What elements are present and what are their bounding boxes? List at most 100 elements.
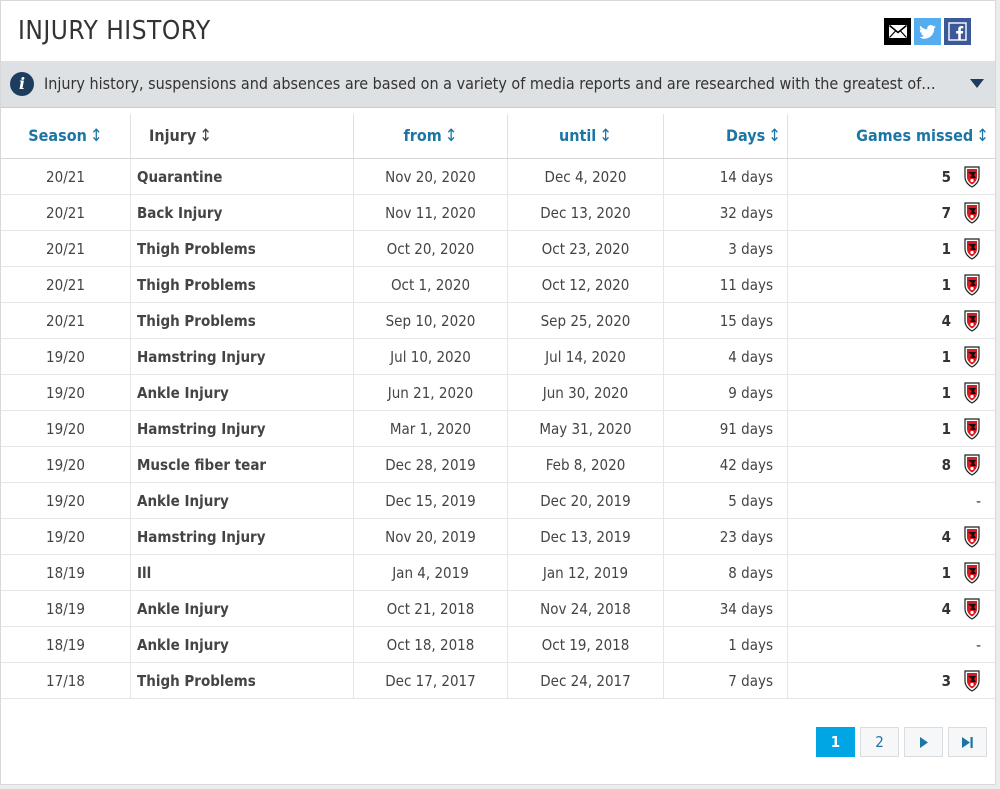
club-crest-icon[interactable] [963, 453, 981, 476]
club-crest-icon[interactable] [963, 417, 981, 440]
games-missed-cell: 1 [787, 230, 995, 267]
games-missed-count: 4 [941, 527, 951, 546]
last-page-button[interactable] [948, 727, 987, 757]
injury-cell: Thigh Problems [130, 266, 354, 303]
info-banner[interactable]: i Injury history, suspensions and absenc… [1, 62, 995, 108]
club-crest-icon[interactable] [963, 597, 981, 620]
club-crest-icon[interactable] [963, 201, 981, 224]
days-cell: 15 days [663, 302, 788, 339]
next-page-button[interactable] [904, 727, 943, 757]
club-crest-icon[interactable] [963, 309, 981, 332]
season-cell: 19/20 [1, 374, 131, 411]
from-date-cell: Oct 21, 2018 [353, 590, 508, 627]
injury-cell: Hamstring Injury [130, 410, 354, 447]
games-missed-cell: 3 [787, 662, 995, 699]
table-row: 19/20 Hamstring Injury Nov 20, 2019 Dec 13,… [1, 518, 995, 555]
table-row: 20/21 Thigh Problems Sep 10, 2020 Sep 25, 2… [1, 302, 995, 339]
injury-cell: Thigh Problems [130, 230, 354, 267]
from-date-cell: Dec 17, 2017 [353, 662, 508, 699]
days-cell: 4 days [663, 338, 788, 375]
injury-cell: Hamstring Injury [130, 518, 354, 555]
page-title: INJURY HISTORY [18, 16, 211, 46]
games-missed-count: - [976, 635, 981, 654]
injury-history-panel: INJURY HISTORY i Injury history, suspens… [0, 0, 996, 785]
games-missed-cell: 4 [787, 302, 995, 339]
days-cell: 3 days [663, 230, 788, 267]
until-date-cell: Jun 30, 2020 [507, 374, 664, 411]
injury-cell: Thigh Problems [130, 302, 354, 339]
injury-cell: Ankle Injury [130, 374, 354, 411]
season-cell: 20/21 [1, 194, 131, 231]
injury-cell: Ankle Injury [130, 626, 354, 663]
club-crest-icon[interactable] [963, 237, 981, 260]
club-crest-icon[interactable] [963, 273, 981, 296]
injury-cell: Muscle fiber tear [130, 446, 354, 483]
table-row: 18/19 Ill Jan 4, 2019 Jan 12, 2019 8 days 1 [1, 554, 995, 591]
from-date-cell: Oct 18, 2018 [353, 626, 508, 663]
facebook-share-button[interactable] [944, 18, 971, 45]
games-missed-cell: - [787, 626, 995, 663]
page-2-button[interactable]: 2 [860, 727, 899, 757]
page-1-button[interactable]: 1 [816, 727, 855, 757]
days-cell: 32 days [663, 194, 788, 231]
season-cell: 20/21 [1, 302, 131, 339]
games-missed-cell: 1 [787, 338, 995, 375]
games-missed-count: 1 [941, 347, 951, 366]
days-cell: 42 days [663, 446, 788, 483]
until-date-cell: Jan 12, 2019 [507, 554, 664, 591]
column-header-season[interactable]: Season ↕ [1, 114, 131, 159]
from-date-cell: Dec 15, 2019 [353, 482, 508, 519]
until-date-cell: Dec 13, 2019 [507, 518, 664, 555]
injury-cell: Thigh Problems [130, 662, 354, 699]
season-cell: 19/20 [1, 410, 131, 447]
pagination: 1 2 [816, 727, 987, 757]
season-cell: 18/19 [1, 554, 131, 591]
from-date-cell: Jul 10, 2020 [353, 338, 508, 375]
days-cell: 1 days [663, 626, 788, 663]
triangle-down-icon[interactable] [970, 79, 984, 88]
games-missed-count: 1 [941, 563, 951, 582]
sort-icon: ↕ [599, 126, 613, 146]
injury-cell: Quarantine [130, 158, 354, 195]
until-date-cell: Sep 25, 2020 [507, 302, 664, 339]
twitter-share-button[interactable] [914, 18, 941, 45]
games-missed-cell: 4 [787, 518, 995, 555]
club-crest-icon[interactable] [963, 381, 981, 404]
facebook-icon [948, 22, 967, 41]
games-missed-cell: 5 [787, 158, 995, 195]
club-crest-icon[interactable] [963, 525, 981, 548]
table-row: 20/21 Thigh Problems Oct 1, 2020 Oct 12, 20… [1, 266, 995, 303]
table-row: 20/21 Quarantine Nov 20, 2020 Dec 4, 2020 14… [1, 158, 995, 195]
table-row: 19/20 Ankle Injury Dec 15, 2019 Dec 20, 201… [1, 482, 995, 519]
club-crest-icon[interactable] [963, 670, 981, 692]
games-missed-count: - [976, 491, 981, 510]
days-cell: 11 days [663, 266, 788, 303]
email-share-button[interactable] [884, 18, 911, 45]
sort-icon: ↕ [976, 126, 989, 146]
injury-table: Season ↕ Injury ↕ from ↕ until ↕ Days ↕ Games… [1, 114, 995, 699]
club-crest-icon[interactable] [963, 165, 981, 188]
games-missed-cell: - [787, 482, 995, 519]
from-date-cell: Nov 20, 2020 [353, 158, 508, 195]
season-cell: 18/19 [1, 626, 131, 663]
sort-icon: ↕ [199, 126, 213, 146]
column-header-until[interactable]: until ↕ [507, 114, 664, 159]
season-cell: 20/21 [1, 158, 131, 195]
until-date-cell: Oct 23, 2020 [507, 230, 664, 267]
from-date-cell: Jan 4, 2019 [353, 554, 508, 591]
sort-icon: ↕ [444, 126, 458, 146]
games-missed-cell: 7 [787, 194, 995, 231]
games-missed-count: 3 [941, 671, 951, 690]
games-missed-count: 5 [941, 167, 951, 186]
injury-cell: Hamstring Injury [130, 338, 354, 375]
club-crest-icon[interactable] [963, 561, 981, 584]
games-missed-count: 1 [941, 383, 951, 402]
column-header-from[interactable]: from ↕ [353, 114, 508, 159]
column-header-games-missed[interactable]: Games missed ↕ [787, 114, 995, 159]
table-row: 20/21 Thigh Problems Oct 20, 2020 Oct 23, 2… [1, 230, 995, 267]
table-header-row: Season ↕ Injury ↕ from ↕ until ↕ Days ↕ Games… [1, 114, 995, 159]
days-cell: 91 days [663, 410, 788, 447]
column-header-days[interactable]: Days ↕ [663, 114, 788, 159]
club-crest-icon[interactable] [963, 345, 981, 368]
column-header-injury[interactable]: Injury ↕ [130, 114, 354, 159]
